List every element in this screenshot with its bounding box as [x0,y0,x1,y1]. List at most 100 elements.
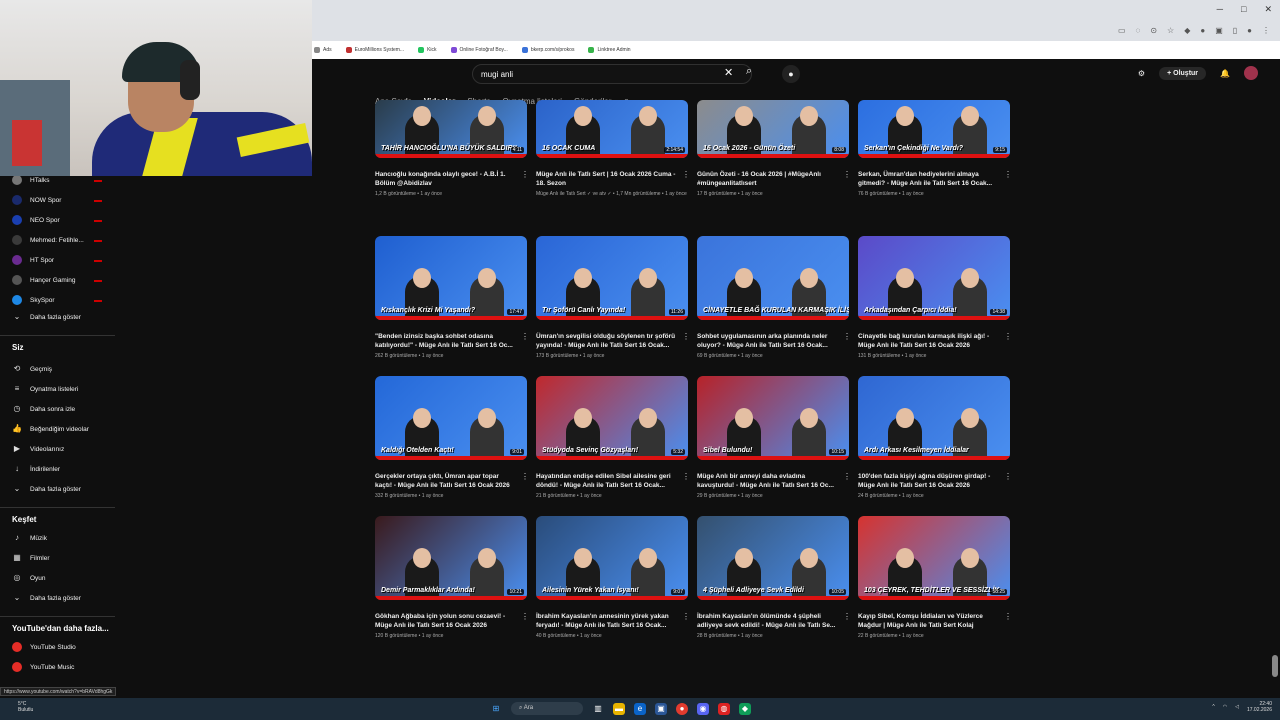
video-title[interactable]: Sohbet uygulamasının arka planında neler… [697,332,839,350]
zoom-icon[interactable]: ⊙ [1150,26,1157,35]
obs-icon[interactable]: ◍ [718,702,730,715]
discord-icon[interactable]: ◉ [697,702,709,715]
bookmark-item[interactable]: Ads [314,47,332,53]
more-options-icon[interactable]: ⋮ [843,332,851,341]
video-thumbnail[interactable]: Demir Parmaklıklar Ardında! 10:21 [375,516,527,600]
more-options-icon[interactable]: ⋮ [843,612,851,621]
bookmark-item[interactable]: bkerp.com/s/prokos [521,47,574,53]
more-options-icon[interactable]: ⋮ [682,612,690,621]
bookmark-item[interactable]: Online Fotoğraf Boy... [450,47,508,53]
video-thumbnail[interactable]: 4 Şüpheli Adliyeye Sevk Edildi 10:05 [697,516,849,600]
video-thumbnail[interactable]: Kaldığı Otelden Kaçtı! 9:01 [375,376,527,460]
sidebar-item-subscription[interactable]: NOW Spor [12,195,61,205]
maximize-icon[interactable]: □ [1241,4,1246,15]
more-options-icon[interactable]: ⋮ [682,472,690,481]
video-title[interactable]: Ümran'ın sevgilisi olduğu söylenen tır ş… [536,332,678,350]
taskbar-search[interactable]: ⌕ Ara [511,702,583,715]
sidebar-item-film[interactable]: ▦ Filmler [12,553,49,563]
extension-icon[interactable]: ◆ [1184,26,1190,35]
video-thumbnail[interactable]: Tır Şoförü Canlı Yayında! 11:26 [536,236,688,320]
video-thumbnail[interactable]: Serkan'ın Çekindiği Ne Vardı? 9:15 [858,100,1010,158]
browser-avatar[interactable]: ● [1247,26,1252,35]
clock[interactable]: 22:40 17.02.2026 [1247,701,1272,713]
video-title[interactable]: Günün Özeti - 16 Ocak 2026 | #MügeAnlı #… [697,170,839,188]
video-title[interactable]: İbrahim Kayaslan'ın annesinin yürek yaka… [536,612,678,630]
sidebar-item-subscription[interactable]: NEO Spor [12,215,60,225]
cast-icon[interactable]: ▭ [1118,26,1126,35]
sidebar-item-history[interactable]: ⟲ Geçmiş [12,364,52,374]
video-title[interactable]: 100'den fazla kişiyi ağına düşüren girda… [858,472,1000,490]
puzzle-icon[interactable]: ▣ [1215,26,1223,35]
cast-tv-icon[interactable]: ⚙ [1138,69,1145,78]
chrome-icon[interactable]: ● [676,702,688,715]
video-title[interactable]: Hayatından endişe edilen Sibel ailesine … [536,472,678,490]
mic-icon[interactable]: ● [782,65,800,83]
sidebar-item-gamepad[interactable]: ◎ Oyun [12,573,46,583]
search-input[interactable]: mugi anli [472,64,752,84]
sidebar-item-subscription[interactable]: Hançer Gaming [12,275,76,285]
sidebar-show-more[interactable]: ⌄ Daha fazla göster [12,484,81,494]
bell-icon[interactable]: 🔔 [1220,69,1230,78]
scrollbar[interactable] [1272,655,1278,677]
video-thumbnail[interactable]: CİNAYETLE BAĞ KURULAN KARMAŞIK İLİŞKİ AĞ… [697,236,849,320]
more-options-icon[interactable]: ⋮ [1004,472,1012,481]
sidebar-item-video[interactable]: ▶ Videolarınız [12,444,64,454]
profile-icon[interactable]: ● [1200,26,1205,35]
more-options-icon[interactable]: ⋮ [1004,170,1012,179]
video-title[interactable]: Gerçekler ortaya çıktı, Ümran apar topar… [375,472,517,490]
video-title[interactable]: Kayıp Sibel, Komşu İddiaları ve Yüzlerce… [858,612,1000,630]
more-options-icon[interactable]: ⋮ [1004,612,1012,621]
sidebar-item-thumbs-up[interactable]: 👍 Beğendiğim videolar [12,424,89,434]
star-icon[interactable]: ☆ [1167,26,1174,35]
weather-widget[interactable]: 5°C Bulutlu [18,701,33,713]
video-thumbnail[interactable]: 16 OCAK CUMA 2:14:54 [536,100,688,158]
video-title[interactable]: Serkan, Ümran'dan hediyelerini almaya gi… [858,170,1000,188]
more-options-icon[interactable]: ⋮ [843,170,851,179]
more-options-icon[interactable]: ⋮ [1004,332,1012,341]
video-title[interactable]: Müge Anlı bir anneyi daha evladına kavuş… [697,472,839,490]
close-window-icon[interactable]: ✕ [1264,4,1272,15]
sidebar-item-music[interactable]: ♪ Müzik [12,533,47,543]
more-options-icon[interactable]: ⋮ [521,170,529,179]
video-thumbnail[interactable]: Arkadaşından Çarpıcı İddia! 14:38 [858,236,1010,320]
video-title[interactable]: "Benden izinsiz başka sohbet odasına kat… [375,332,517,350]
sidebar-item-playlist[interactable]: ≡ Oynatma listeleri [12,384,79,394]
sidebar-item-subscription[interactable]: HT Spor [12,255,54,265]
video-title[interactable]: Hancıoğlu konağında olaylı gece! - A.B.İ… [375,170,517,188]
minimize-icon[interactable]: ─ [1217,4,1223,15]
windows-start-icon[interactable]: ⊞ [490,703,502,715]
video-title[interactable]: İbrahim Kayaslan'ın ölümünde 4 şüpheli a… [697,612,839,630]
sidebar-item-subscription[interactable]: Mehmed: Fetihle... [12,235,84,245]
video-thumbnail[interactable]: Sibel Bulundu! 10:15 [697,376,849,460]
store-icon[interactable]: ▣ [655,702,667,715]
search-icon[interactable]: ⌕ [746,65,752,78]
sidepanel-icon[interactable]: ▯ [1233,26,1237,35]
more-options-icon[interactable]: ⋮ [521,332,529,341]
bookmark-item[interactable]: EuroMillions System... [345,47,404,53]
wifi-icon[interactable]: ◠ [1223,704,1227,710]
task-view-icon[interactable]: ▥ [592,703,604,715]
video-thumbnail[interactable]: Ardı Arkası Kesilmeyen İddialar [858,376,1010,460]
sidebar-item-subscription[interactable]: SkySpor [12,295,55,305]
more-options-icon[interactable]: ⋮ [682,170,690,179]
sidebar-show-more[interactable]: ⌄ Daha fazla göster [12,593,81,603]
bookmark-item[interactable]: Kick [418,47,437,53]
more-options-icon[interactable]: ⋮ [682,332,690,341]
video-title[interactable]: Gökhan Ağbaba için yolun sonu cezaevi! -… [375,612,517,630]
more-options-icon[interactable]: ⋮ [521,612,529,621]
video-title[interactable]: Cinayetle bağ kurulan karmaşık ilişki ağ… [858,332,1000,350]
file-explorer-icon[interactable]: ▬ [613,702,625,715]
chevron-up-icon[interactable]: ^ [1212,704,1214,710]
sidebar-item-clock[interactable]: ◷ Daha sonra izle [12,404,76,414]
create-button[interactable]: + Oluştur [1159,66,1207,80]
sidebar-item-download[interactable]: ↓ İndirilenler [12,464,60,474]
app-icon[interactable]: ◆ [739,702,751,715]
volume-icon[interactable]: ◁ [1235,704,1239,710]
video-thumbnail[interactable]: TAHİR HANCIOĞLU'NA BÜYÜK SALDIRI! 4:11 [375,100,527,158]
sidebar-item-subscription[interactable]: HTalks [12,175,50,185]
video-title[interactable]: Müge Anlı ile Tatlı Sert | 16 Ocak 2026 … [536,170,678,188]
bookmark-item[interactable]: Linktree Admin [588,47,631,53]
video-thumbnail[interactable]: 103 ÇEYREK, TEHDİTLER VE SESSİZLİK 58:25 [858,516,1010,600]
video-thumbnail[interactable]: 16 Ocak 2026 - Günün Özeti 8:08 [697,100,849,158]
video-thumbnail[interactable]: Ailesinin Yürek Yakan İsyanı! 9:07 [536,516,688,600]
